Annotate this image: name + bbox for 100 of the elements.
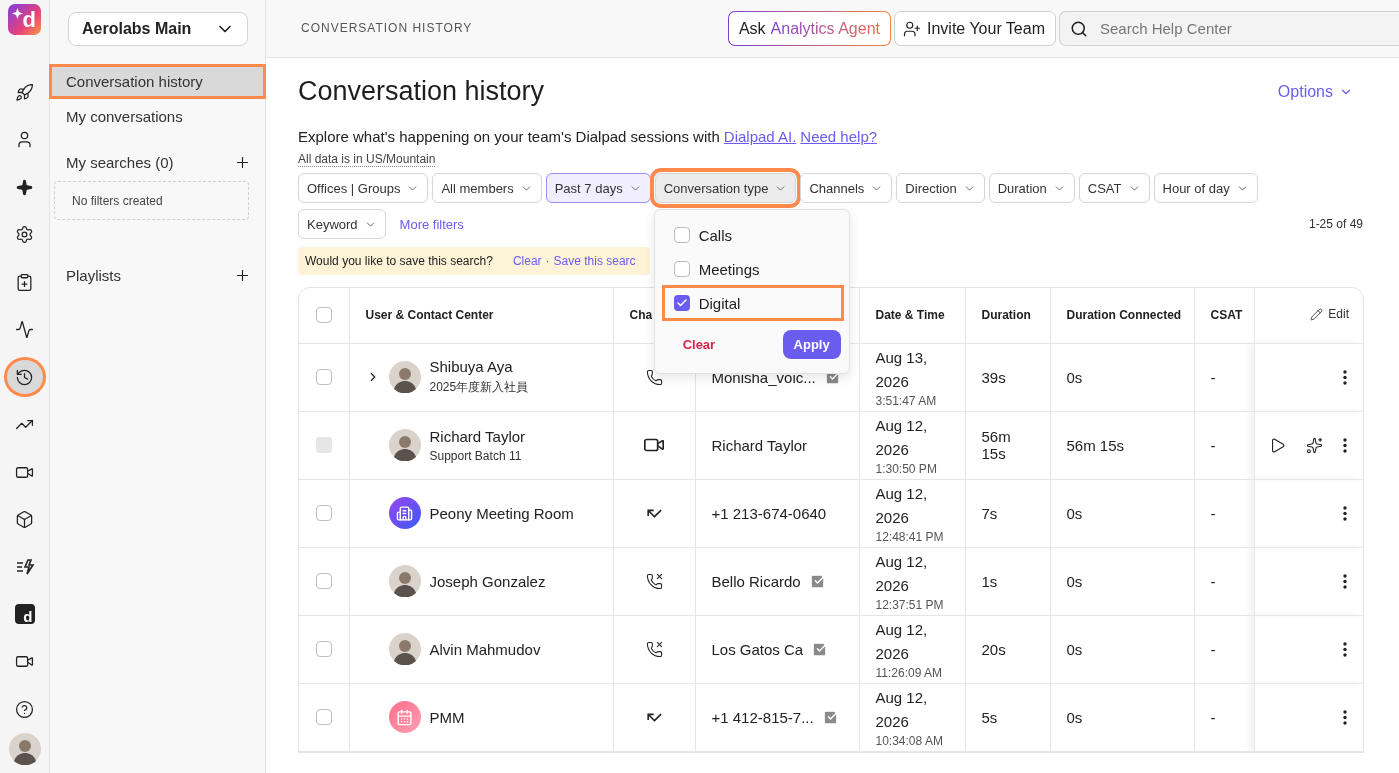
checkbox[interactable]	[315, 369, 332, 385]
banner-text: Would you like to save this search?	[305, 254, 493, 268]
user-icon	[15, 130, 34, 150]
connected-duration-text: 0s	[1066, 504, 1083, 522]
more-filters-link[interactable]: More filters	[399, 216, 464, 232]
csat-text: -	[1210, 640, 1216, 658]
filter-dropdown[interactable]: All members	[432, 173, 542, 203]
phone-icon	[645, 368, 663, 386]
building-icon	[396, 504, 413, 522]
contact-name: Richard Taylor	[711, 436, 808, 454]
user-name: Peony Meeting Room	[429, 504, 574, 522]
play-icon	[1269, 436, 1286, 454]
duration-text: 39s	[981, 368, 1006, 386]
checkbox[interactable]	[315, 709, 332, 725]
checkbox[interactable]	[673, 295, 690, 311]
time-text: 1:30:50 PM	[875, 462, 938, 476]
options-button[interactable]: Options	[1277, 82, 1353, 101]
help-link[interactable]: Need help?	[800, 128, 878, 145]
connected-duration-text: 0s	[1066, 708, 1083, 726]
checkbox[interactable]	[673, 227, 690, 243]
duration-text: 56m 15s	[981, 428, 1011, 462]
pencil-icon	[1310, 307, 1324, 321]
apply-button[interactable]: Apply	[782, 330, 841, 359]
separator-dot: ·	[545, 254, 550, 268]
save-search-link[interactable]: Save this searc	[553, 254, 636, 268]
search-field[interactable]: Search Help Center	[1059, 11, 1399, 46]
phone-x-icon	[645, 572, 663, 590]
workspace-dropdown[interactable]: Aerolabs Main	[68, 12, 248, 46]
csat-text: -	[1210, 572, 1216, 590]
nav-rail-button[interactable]: d	[6, 597, 43, 632]
breadcrumb: CONVERSATION HISTORY	[301, 20, 473, 35]
clear-link[interactable]: Clear	[512, 254, 542, 268]
filter-dropdown[interactable]: Direction	[896, 173, 985, 203]
help-icon	[15, 699, 34, 719]
user-team: 2025年度新入社員	[429, 379, 529, 396]
column-header: Date & Time	[859, 288, 965, 343]
search-input[interactable]: Search Help Center	[1098, 19, 1399, 38]
help-link[interactable]: Dialpad AI.	[723, 128, 797, 145]
ask-agent-button[interactable]: Ask Analytics Agent	[727, 11, 891, 46]
checkbox[interactable]	[315, 505, 332, 521]
user-name: PMM	[429, 708, 465, 726]
filter-dropdown[interactable]: Keyword	[298, 209, 386, 239]
date-text: Aug 13, 2026	[875, 348, 929, 392]
column-header: CSAT	[1194, 288, 1254, 343]
invite-button[interactable]: Invite Your Team	[894, 11, 1056, 46]
duration-text: 1s	[981, 572, 998, 590]
check-icon	[675, 297, 688, 309]
contact-name: Los Gatos Ca	[711, 640, 804, 658]
column-header: Duration Connected	[1050, 288, 1194, 343]
user-name: Alvin Mahmudov	[429, 640, 541, 658]
section-label: Playlists	[66, 266, 121, 284]
kebab-icon	[1343, 437, 1347, 453]
checkbox[interactable]	[315, 307, 332, 324]
edit-button[interactable]: Edit	[1310, 307, 1349, 321]
menu-option[interactable]: Meetings	[664, 254, 841, 284]
avatar	[388, 565, 421, 597]
avatar	[8, 733, 41, 765]
duration-text: 5s	[981, 708, 998, 726]
date-text: Aug 12, 2026	[875, 484, 929, 528]
connected-duration-text: 0s	[1066, 572, 1083, 590]
history-icon	[15, 367, 34, 387]
csat-text: -	[1210, 368, 1216, 386]
kebab-icon	[1343, 641, 1347, 657]
filter-dropdown[interactable]: Duration	[988, 173, 1075, 203]
user-plus-icon	[903, 19, 921, 38]
filter-dropdown[interactable]: Hour of day	[1153, 173, 1258, 203]
nav-rail-button[interactable]	[6, 360, 43, 394]
timezone-note: All data is in US/Mountain	[298, 152, 436, 167]
sidebar-item[interactable]: My conversations	[52, 102, 263, 131]
checkbox[interactable]	[315, 641, 332, 657]
date-text: Aug 12, 2026	[875, 620, 929, 664]
filter-dropdown[interactable]: Offices | Groups	[298, 173, 429, 203]
sidebar-item[interactable]: Conversation history	[52, 67, 263, 96]
menu-option[interactable]: Calls	[664, 220, 841, 250]
pulse-icon	[15, 320, 34, 340]
contact-name: +1 213-674-0640	[711, 504, 827, 522]
user-name: Joseph Gonzalez	[429, 572, 546, 590]
date-text: Aug 12, 2026	[875, 552, 929, 596]
duration-text: 20s	[981, 640, 1006, 658]
avatar	[388, 633, 421, 665]
column-header: User & Contact Center	[349, 288, 613, 343]
time-text: 12:37:51 PM	[875, 598, 945, 612]
app-logo[interactable]: d	[8, 4, 41, 35]
filter-dropdown[interactable]: Past 7 days	[545, 173, 651, 203]
kebab-icon	[1343, 505, 1347, 521]
sparkle-icon	[16, 178, 33, 196]
filter-dropdown[interactable]: Channels	[800, 173, 893, 203]
date-text: Aug 12, 2026	[875, 688, 929, 732]
csat-text: -	[1210, 708, 1216, 726]
kebab-icon	[1343, 709, 1347, 725]
avatar	[388, 361, 421, 393]
checkbox[interactable]	[673, 261, 690, 277]
user-name: Shibuya Aya	[429, 358, 514, 375]
rocket-icon	[15, 83, 34, 102]
checkbox[interactable]	[315, 573, 332, 589]
connected-duration-text: 56m 15s	[1066, 436, 1125, 454]
filter-dropdown[interactable]: CSAT	[1078, 173, 1150, 203]
sparkles-icon	[1306, 436, 1323, 454]
time-text: 12:48:41 PM	[875, 530, 945, 544]
time-text: 3:51:47 AM	[875, 394, 938, 408]
